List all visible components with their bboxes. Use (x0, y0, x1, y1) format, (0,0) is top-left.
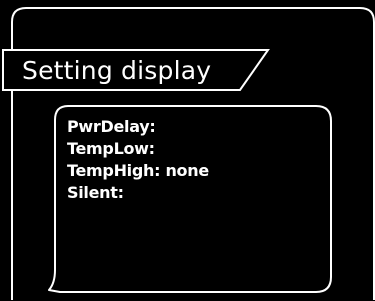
setting-templow: TempLow: (67, 138, 209, 160)
setting-temphigh: TempHigh: none (67, 160, 209, 182)
setting-silent: Silent: (67, 182, 209, 204)
setting-pwrdelay: PwrDelay: (67, 116, 209, 138)
setting-label: Silent: (67, 183, 124, 202)
setting-value: none (165, 161, 209, 180)
settings-list: PwrDelay: TempLow: TempHigh: none Silent… (67, 116, 209, 204)
setting-label: TempHigh: (67, 161, 161, 180)
setting-label: PwrDelay: (67, 117, 156, 136)
panel-title: Setting display (22, 56, 212, 85)
setting-label: TempLow: (67, 139, 155, 158)
